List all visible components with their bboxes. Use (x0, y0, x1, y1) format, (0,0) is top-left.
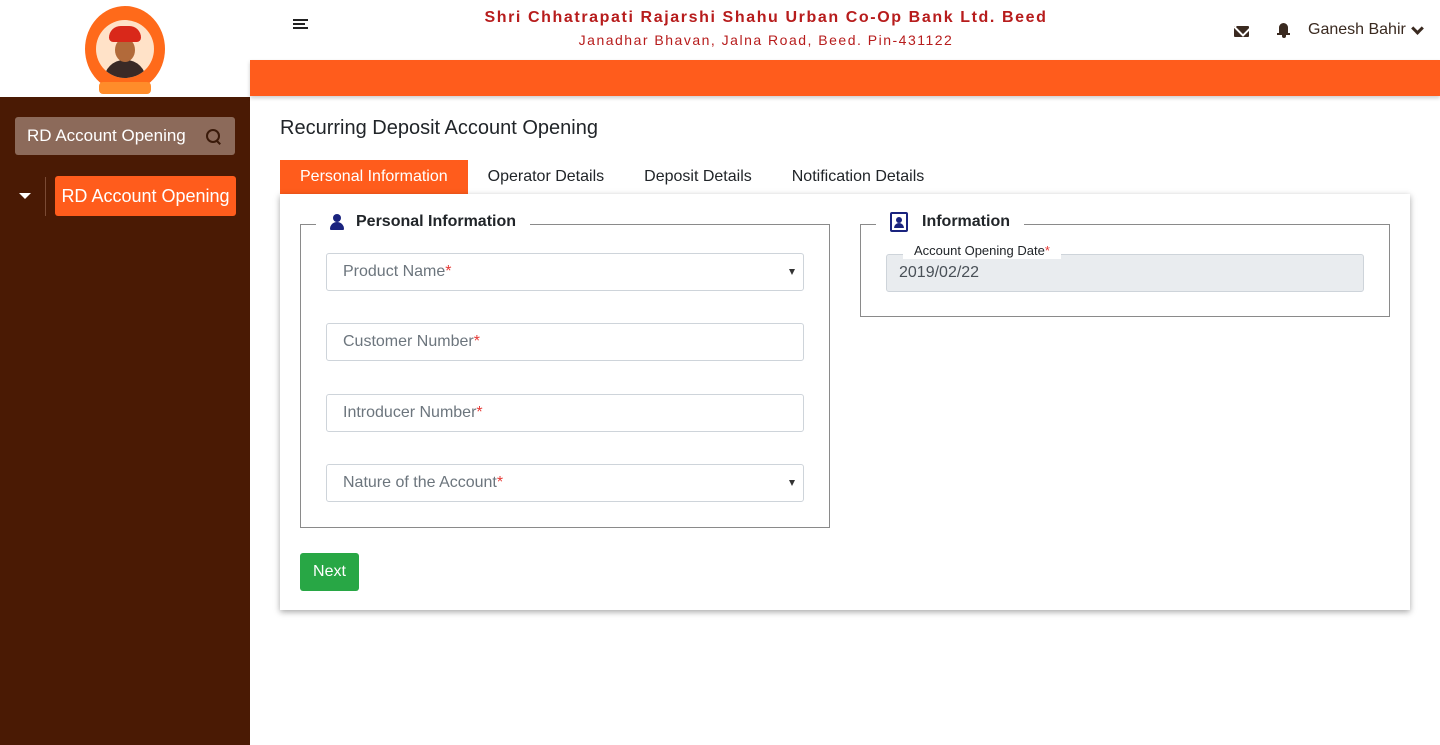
mail-icon[interactable] (1234, 26, 1249, 37)
chevron-down-icon[interactable] (1411, 22, 1424, 35)
tab-personal-information[interactable]: Personal Information (280, 160, 468, 194)
product-name-select[interactable]: Product Name * (326, 253, 804, 291)
logo-area (0, 0, 250, 97)
introducer-number-input[interactable]: Introducer Number * (326, 394, 804, 432)
top-header: Shri Chhatrapati Rajarshi Shahu Urban Co… (250, 0, 1440, 60)
tab-deposit-details[interactable]: Deposit Details (624, 160, 772, 194)
required-mark: * (1044, 243, 1050, 258)
caret-down-icon[interactable] (19, 193, 31, 199)
tab-bar: Personal Information Operator Details De… (280, 160, 944, 194)
required-mark: * (476, 404, 483, 421)
sidebar: RD Account Opening RD Account Opening (0, 0, 250, 745)
customer-number-placeholder: Customer Number (343, 333, 474, 350)
user-menu[interactable]: Ganesh Bahir (1308, 21, 1406, 39)
tab-notification-details[interactable]: Notification Details (772, 160, 945, 194)
bank-name: Shri Chhatrapati Rajarshi Shahu Urban Co… (484, 9, 1048, 26)
contact-card-icon (890, 212, 908, 232)
sidebar-search-label: RD Account Opening (27, 126, 186, 145)
required-mark: * (496, 474, 504, 491)
search-icon[interactable] (206, 128, 221, 144)
header-band (250, 60, 1440, 96)
select-caret-icon (789, 269, 795, 275)
account-opening-date-input[interactable]: 2019/02/22 (886, 254, 1364, 292)
account-opening-date-group: 2019/02/22 Account Opening Date* (886, 242, 1364, 292)
bank-address: Janadhar Bhavan, Jalna Road, Beed. Pin-4… (578, 32, 954, 48)
select-caret-icon (789, 480, 795, 486)
sidebar-search[interactable]: RD Account Opening (15, 117, 235, 155)
legend-label: Information (922, 213, 1010, 230)
personal-information-fieldset: Personal Information Product Name * Cust… (300, 210, 830, 528)
user-icon (330, 214, 344, 230)
bank-logo (85, 5, 165, 94)
customer-number-input[interactable]: Customer Number * (326, 323, 804, 361)
sidebar-item-rd-account-opening[interactable]: RD Account Opening (55, 176, 236, 216)
page-title: Recurring Deposit Account Opening (280, 117, 598, 139)
nature-of-account-select[interactable]: Nature of the Account * (326, 464, 804, 502)
introducer-number-placeholder: Introducer Number (343, 404, 477, 421)
tab-operator-details[interactable]: Operator Details (468, 160, 625, 194)
bell-icon[interactable] (1277, 23, 1290, 38)
personal-information-legend: Personal Information (316, 210, 531, 234)
next-button[interactable]: Next (300, 553, 359, 591)
nature-of-account-placeholder: Nature of the Account (343, 474, 497, 491)
information-fieldset: Information 2019/02/22 Account Opening D… (860, 210, 1390, 317)
account-opening-date-label-text: Account Opening Date (914, 243, 1045, 258)
sidebar-divider (45, 177, 46, 216)
required-mark: * (445, 263, 452, 280)
form-card: Personal Information Product Name * Cust… (280, 194, 1410, 610)
legend-label: Personal Information (356, 213, 517, 230)
product-name-placeholder: Product Name (343, 263, 446, 280)
account-opening-date-label: Account Opening Date* (903, 242, 1061, 259)
sidebar-item-label: RD Account Opening (61, 185, 230, 206)
information-legend: Information (876, 210, 1024, 234)
required-mark: * (473, 333, 480, 350)
